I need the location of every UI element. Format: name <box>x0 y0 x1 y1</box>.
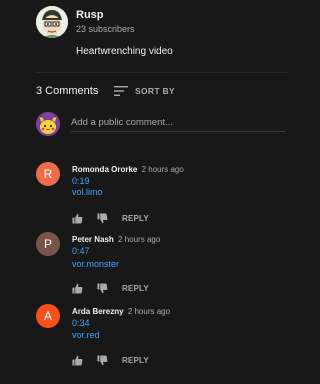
pikachu-avatar-icon <box>36 112 60 136</box>
channel-info: Rusp 23 subscribers Heartwrenching video <box>0 0 287 72</box>
commenter-avatar[interactable]: R <box>36 162 60 186</box>
thumbs-down-icon <box>97 212 108 223</box>
like-button[interactable] <box>72 213 83 224</box>
channel-avatar[interactable] <box>36 6 68 38</box>
comment-author[interactable]: Arda Berezny <box>72 307 124 316</box>
dislike-button[interactable] <box>97 212 108 224</box>
thumbs-down-icon <box>97 282 108 293</box>
reply-button[interactable]: REPLY <box>122 214 149 223</box>
timestamp-link[interactable]: 0:47 <box>72 246 90 256</box>
cartoon-face-icon <box>36 6 68 38</box>
comment-text-link[interactable]: vor.red <box>72 330 100 340</box>
comment-text-link[interactable]: vor.monster <box>72 259 119 269</box>
video-description: Heartwrenching video <box>76 46 173 57</box>
comment-actions: REPLY <box>72 282 149 294</box>
comment-text-link[interactable]: vol.limo <box>72 187 103 197</box>
comments-header: 3 Comments SORT BY <box>36 84 287 100</box>
comments-count: 3 Comments <box>36 85 99 97</box>
sort-by-button[interactable]: SORT BY <box>114 84 175 98</box>
comment-item: A Arda Berezny 2 hours ago 0:34 vor.red … <box>36 304 287 374</box>
divider <box>36 72 287 73</box>
reply-button[interactable]: REPLY <box>122 284 149 293</box>
comment-time[interactable]: 2 hours ago <box>142 165 184 174</box>
comment-actions: REPLY <box>72 354 149 366</box>
timestamp-link[interactable]: 0:19 <box>72 176 90 186</box>
thumbs-up-icon <box>72 213 83 224</box>
user-avatar[interactable] <box>36 112 60 136</box>
add-comment-input[interactable] <box>71 113 285 132</box>
subscriber-count: 23 subscribers <box>76 24 135 34</box>
commenter-avatar[interactable]: P <box>36 232 60 256</box>
thumbs-down-icon <box>97 354 108 365</box>
comment-item: R Romonda Ororke 2 hours ago 0:19 vol.li… <box>36 162 287 232</box>
add-comment-box <box>36 111 287 137</box>
reply-button[interactable]: REPLY <box>122 356 149 365</box>
sort-by-label: SORT BY <box>135 86 175 96</box>
comment-item: P Peter Nash 2 hours ago 0:47 vor.monste… <box>36 232 287 302</box>
channel-name[interactable]: Rusp <box>76 9 104 21</box>
comment-header: Romonda Ororke 2 hours ago <box>72 165 184 174</box>
comment-author[interactable]: Peter Nash <box>72 235 114 244</box>
comment-time[interactable]: 2 hours ago <box>128 307 170 316</box>
comment-time[interactable]: 2 hours ago <box>118 235 160 244</box>
thumbs-up-icon <box>72 355 83 366</box>
comment-actions: REPLY <box>72 212 149 224</box>
comment-author[interactable]: Romonda Ororke <box>72 165 137 174</box>
commenter-avatar[interactable]: A <box>36 304 60 328</box>
thumbs-up-icon <box>72 283 83 294</box>
comment-header: Arda Berezny 2 hours ago <box>72 307 170 316</box>
dislike-button[interactable] <box>97 282 108 294</box>
dislike-button[interactable] <box>97 354 108 366</box>
timestamp-link[interactable]: 0:34 <box>72 318 90 328</box>
comment-header: Peter Nash 2 hours ago <box>72 235 160 244</box>
sort-icon <box>114 86 128 96</box>
like-button[interactable] <box>72 355 83 366</box>
like-button[interactable] <box>72 283 83 294</box>
